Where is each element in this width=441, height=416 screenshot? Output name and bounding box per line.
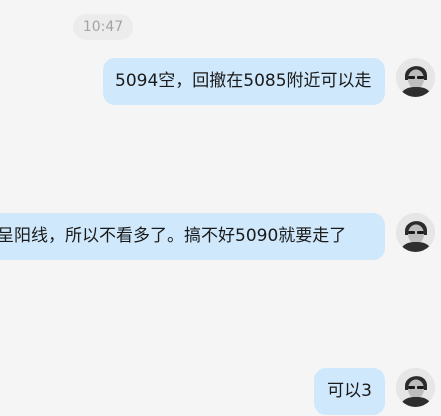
chat-pane: 10:47 5094空，回撤在5085附近可以走 时呈阳线，所以不看多了。搞不好… <box>0 0 441 416</box>
message-bubble[interactable]: 可以3 <box>314 368 385 415</box>
message-bubble[interactable]: 5094空，回撤在5085附近可以走 <box>103 58 385 105</box>
avatar-photo-icon <box>396 213 435 252</box>
message-bubble[interactable]: 时呈阳线，所以不看多了。搞不好5090就要走了 <box>0 213 385 260</box>
avatar-photo-icon <box>396 58 435 97</box>
user-avatar-icon[interactable] <box>396 58 435 97</box>
user-avatar-icon[interactable] <box>396 368 435 407</box>
user-avatar-icon[interactable] <box>396 213 435 252</box>
message-timestamp: 10:47 <box>73 14 133 40</box>
avatar-photo-icon <box>396 368 435 407</box>
